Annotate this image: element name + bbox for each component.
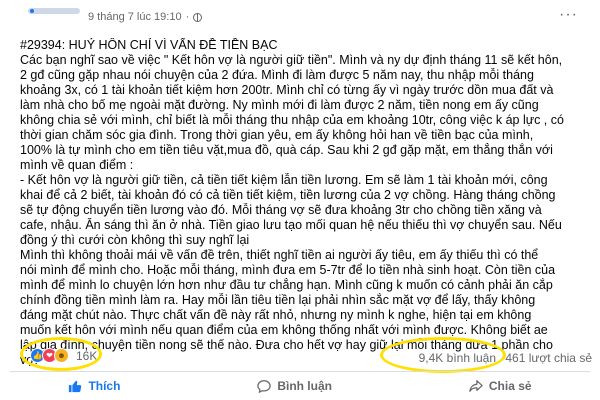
body-line: thời gian chăm sóc gia đình. Trong thời … — [20, 128, 534, 142]
body-line: 100% là tự mình cho em tiền tiêu vặt,mua… — [20, 143, 553, 157]
thumbs-up-icon — [69, 380, 82, 393]
body-line: làm nhà cho bố mẹ ngoài mặt đường. Ny mì… — [20, 98, 539, 112]
body-line: - Kết hôn vợ là người giữ tiền, cả tiền … — [20, 173, 548, 187]
comment-icon — [257, 380, 272, 393]
globe-icon — [193, 12, 203, 22]
post-body: #29394: HUỶ HÔN CHỈ VÌ VẤN ĐỀ TIỀN BẠC C… — [20, 38, 588, 368]
body-line: không chia sẻ với mình, chỉ biết là mỗi … — [20, 113, 564, 127]
body-line: cafe, nhậu. Ăn sáng thì ăn ở nhà. Tiền g… — [20, 218, 562, 232]
share-button[interactable]: Chia sẻ — [439, 375, 562, 397]
post-actions: Thích Bình luận Chia sẻ — [0, 372, 600, 400]
comment-button-label: Bình luận — [277, 379, 332, 393]
share-count-link[interactable]: 461 lượt chia sẻ — [505, 351, 592, 365]
more-options-icon[interactable]: ··· — [559, 6, 578, 24]
body-line: khai để cả 2 biết, tài khoản đó có cả ti… — [20, 188, 556, 202]
body-line: mình về quan điểm : — [20, 158, 134, 172]
body-line: muốn kết hôn với mình nếu quan điểm của … — [20, 323, 548, 337]
body-line: Mình thì không thoải mái về vấn đề trên,… — [20, 248, 539, 262]
body-line: Các bạn nghĩ sao về việc " Kết hôn vợ là… — [20, 53, 563, 67]
highlight-circle-comments — [380, 337, 506, 373]
like-button[interactable]: Thích — [38, 375, 150, 397]
body-line: sẽ tự động chuyển tiền lương vào đó. Mỗi… — [20, 203, 542, 217]
post-timestamp[interactable]: 9 tháng 7 lúc 19:10 — [88, 11, 182, 23]
separator: · — [185, 11, 190, 23]
post-meta: 9 tháng 7 lúc 19:10 · — [88, 11, 203, 23]
body-line: nói mình để mình cho. Hoặc mỗi tháng, mì… — [20, 263, 556, 277]
body-line: chính đồng tiền mình làm ra. Hay mỗi lần… — [20, 293, 536, 307]
body-line: đồng ý thì cưới còn không thì suy nghĩ l… — [20, 233, 250, 247]
body-line: 2 gđ cũng gặp nhau nói chuyện của 2 đứa.… — [20, 68, 534, 82]
author-info-cropped[interactable] — [0, 6, 82, 16]
body-line: đáng mặt chút nào. Thực chất vấn đề này … — [20, 308, 532, 322]
share-button-label: Chia sẻ — [488, 379, 532, 393]
post-title: #29394: HUỶ HÔN CHỈ VÌ VẤN ĐỀ TIỀN BẠC — [20, 38, 278, 52]
body-line: khoảng 3x, có 1 tài khoản tiết kiệm hơn … — [20, 83, 554, 97]
post-card: 9 tháng 7 lúc 19:10 · ··· #29394: HUỶ HÔ… — [0, 0, 600, 400]
share-icon — [469, 380, 483, 392]
comment-button[interactable]: Bình luận — [227, 375, 362, 397]
like-button-label: Thích — [88, 379, 121, 393]
highlight-circle-reactions — [20, 337, 102, 371]
body-line: mình để mình lo chuyện lớn hơn như đầu t… — [20, 278, 553, 292]
post-header: 9 tháng 7 lúc 19:10 · ··· — [0, 0, 600, 30]
